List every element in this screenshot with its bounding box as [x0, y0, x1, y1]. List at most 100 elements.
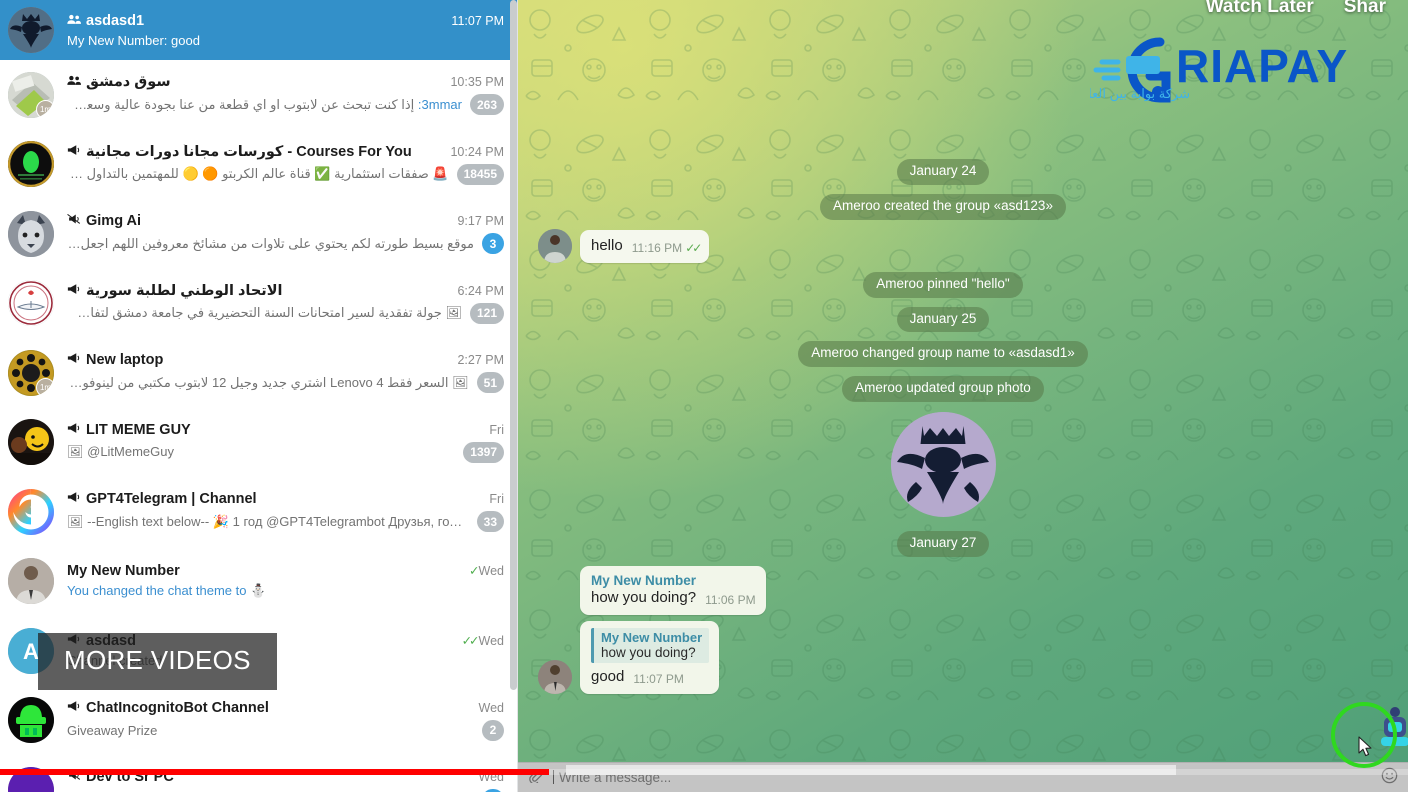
- channel-icon: [67, 283, 81, 295]
- chat-item-preview: Giveaway Prize: [67, 723, 474, 738]
- group-photo-emblem[interactable]: [890, 412, 996, 518]
- chat-item-preview-row: Giveaway Prize 2: [67, 719, 504, 741]
- chat-list-item[interactable]: My New Number ✓ Wed You changed the chat th…: [0, 547, 518, 617]
- chat-item-title: asdasd1: [67, 13, 443, 29]
- chat-title-text: New laptop: [86, 352, 164, 369]
- channel-icon: [67, 422, 80, 433]
- chat-item-timestamp: 10:35 PM: [450, 75, 504, 89]
- chat-title-text: My New Number: [67, 563, 180, 580]
- avatar[interactable]: [8, 7, 54, 53]
- avatar[interactable]: [8, 210, 54, 257]
- chat-list-scrollbar[interactable]: [510, 0, 517, 792]
- service-message-row: Ameroo created the group «asd123»: [538, 193, 1348, 220]
- avatar[interactable]: [8, 558, 54, 605]
- avatar-corner-badge: 1m: [36, 99, 54, 118]
- watch-later-button[interactable]: Watch Later: [1206, 0, 1314, 18]
- service-message-row: Ameroo updated group photo: [538, 376, 1348, 403]
- avatar[interactable]: [8, 280, 54, 327]
- unread-badge: 2: [482, 719, 504, 741]
- chat-item-title: ChatIncognitoBot Channel: [67, 700, 471, 716]
- chat-item-header: My New Number ✓ Wed: [67, 563, 504, 579]
- avatar[interactable]: 1m: [8, 71, 54, 118]
- chat-item-preview: 🖼 @LitMemeGuy: [67, 444, 455, 460]
- channel-icon: [67, 283, 80, 294]
- avatar[interactable]: [8, 419, 54, 466]
- chat-item-header: GPT4Telegram | Channel Fri: [67, 491, 504, 507]
- service-message-row: Ameroo changed group name to «asdasd1»: [538, 341, 1348, 368]
- chat-list-item[interactable]: LIT MEME GUY Fri 🖼 @LitMemeGuy 1397: [0, 408, 518, 478]
- avatar[interactable]: [8, 697, 54, 744]
- chat-item-preview-row: 🚨 صفقات استثمارية ✅ قناة عالم الكربتو 🟠 …: [67, 163, 504, 185]
- youtube-progress-played: [0, 769, 550, 775]
- message-meta: 11:16 PM ✓✓: [631, 240, 703, 255]
- chat-item-timestamp: 2:27 PM: [457, 353, 504, 367]
- chat-list-item[interactable]: Gimg Ai 9:17 PM موقع بسيط طورته لكم يحتوي …: [0, 199, 518, 269]
- chat-item-content: ChatIncognitoBot Channel Wed Giveaway Priz…: [67, 700, 504, 741]
- message-sender-name: My New Number: [591, 572, 697, 588]
- chat-list-item[interactable]: 1m New laptop 2:27 PM 🖼 السعر فقط 4 Lenovo …: [0, 338, 518, 408]
- message-text: hello: [591, 236, 623, 254]
- message-avatar[interactable]: [538, 228, 572, 263]
- chat-item-title: كورسات مجاناً دورات مجانية - Courses For…: [67, 144, 442, 160]
- chat-item-content: LIT MEME GUY Fri 🖼 @LitMemeGuy 1397: [67, 422, 504, 463]
- chat-list-item[interactable]: ChatIncognitoBot Channel Wed Giveaway Priz…: [0, 686, 518, 756]
- share-button[interactable]: Shar: [1344, 0, 1386, 18]
- message-text: how you doing?: [591, 588, 697, 606]
- unread-badge: 18455: [456, 163, 504, 185]
- message-avatar[interactable]: [538, 659, 572, 694]
- chat-item-content: سوق دمشق 10:35 PM 3mmar: إذا كنت تبحث عن ل…: [67, 74, 504, 116]
- channel-icon: [67, 352, 81, 364]
- chat-item-timestamp: ✓✓ Wed: [462, 633, 504, 648]
- message-composer[interactable]: Write a message...: [518, 762, 1408, 792]
- unread-badge: 263: [469, 94, 504, 116]
- service-message-row: January 27: [538, 531, 1348, 557]
- message-row: My New Number how you doing? 11:06 PM: [580, 565, 1348, 615]
- timestamp-text: 9:17 PM: [457, 214, 504, 229]
- chat-title-text: الاتحاد الوطني لطلبة سورية: [86, 282, 283, 299]
- scrollbar-thumb[interactable]: [510, 0, 517, 690]
- avatar[interactable]: [8, 141, 54, 188]
- chat-list-item[interactable]: GPT4Telegram | Channel Fri 🖼 --English tex…: [0, 477, 518, 547]
- chat-item-content: New laptop 2:27 PM 🖼 السعر فقط 4 Lenovo اش…: [67, 352, 504, 394]
- youtube-progress-bar[interactable]: [0, 769, 1408, 775]
- reply-quote[interactable]: My New Number how you doing?: [591, 627, 710, 663]
- chat-item-preview-row: 🖼 @LitMemeGuy 1397: [67, 441, 504, 463]
- chat-item-preview: موقع بسيط طورته لكم يحتوي على تلاوات من …: [67, 236, 474, 252]
- chat-item-title: سوق دمشق: [67, 74, 442, 90]
- chat-item-timestamp: 9:17 PM: [457, 214, 504, 228]
- timestamp-text: Wed: [478, 700, 504, 715]
- reply-sender-name: My New Number: [601, 629, 703, 645]
- avatar[interactable]: 1m: [8, 349, 54, 396]
- chat-list-item[interactable]: كورسات مجاناً دورات مجانية - Courses For…: [0, 130, 518, 200]
- chat-item-header: New laptop 2:27 PM: [67, 352, 504, 368]
- message-bubble[interactable]: My New Number how you doing? good 11:07 …: [580, 620, 720, 694]
- unread-badge: 51: [476, 372, 504, 394]
- avatar[interactable]: [8, 488, 54, 535]
- chat-item-title: GPT4Telegram | Channel: [67, 491, 481, 507]
- read-ticks-icon: ✓: [469, 564, 480, 579]
- chat-item-content: asdasd1 11:07 PM My New Number: good: [67, 13, 504, 48]
- youtube-top-controls[interactable]: Watch Later Shar: [1184, 0, 1408, 18]
- timestamp-text: 10:24 PM: [450, 144, 504, 159]
- chat-title-text: LIT MEME GUY: [86, 421, 191, 438]
- message-bubble[interactable]: hello 11:16 PM ✓✓: [580, 229, 710, 263]
- timestamp-text: 10:35 PM: [450, 75, 504, 90]
- muted-icon: [67, 213, 81, 225]
- chat-list-item[interactable]: asdasd1 11:07 PM My New Number: good: [0, 0, 518, 60]
- message-stream: January 24 Ameroo created the group «asd1…: [518, 0, 1408, 762]
- avatar-corner-badge: 1m: [36, 377, 54, 396]
- chat-item-header: LIT MEME GUY Fri: [67, 422, 504, 438]
- chat-list-item[interactable]: الاتحاد الوطني لطلبة سورية 6:24 PM 🖼 جولة …: [0, 269, 518, 339]
- service-message: Ameroo changed group name to «asdasd1»: [798, 341, 1088, 368]
- chat-item-header: الاتحاد الوطني لطلبة سورية 6:24 PM: [67, 283, 504, 299]
- chat-item-content: كورسات مجاناً دورات مجانية - Courses For…: [67, 144, 504, 185]
- channel-icon: [67, 144, 80, 155]
- message-bubble[interactable]: My New Number how you doing? 11:06 PM: [580, 565, 766, 615]
- preview-text: Giveaway Prize: [67, 722, 158, 738]
- mouse-cursor: [1358, 736, 1374, 763]
- read-ticks-icon: ✓✓: [461, 634, 480, 649]
- timestamp-text: 11:07 PM: [451, 13, 504, 28]
- bubble-line: how you doing? 11:06 PM: [591, 589, 756, 607]
- chat-list-item[interactable]: 1m سوق دمشق 10:35 PM 3mmar: إذا كنت تبحث عن…: [0, 60, 518, 130]
- preview-text: إذا كنت تبحث عن لابتوب او اي قطعة من عنا…: [67, 96, 415, 112]
